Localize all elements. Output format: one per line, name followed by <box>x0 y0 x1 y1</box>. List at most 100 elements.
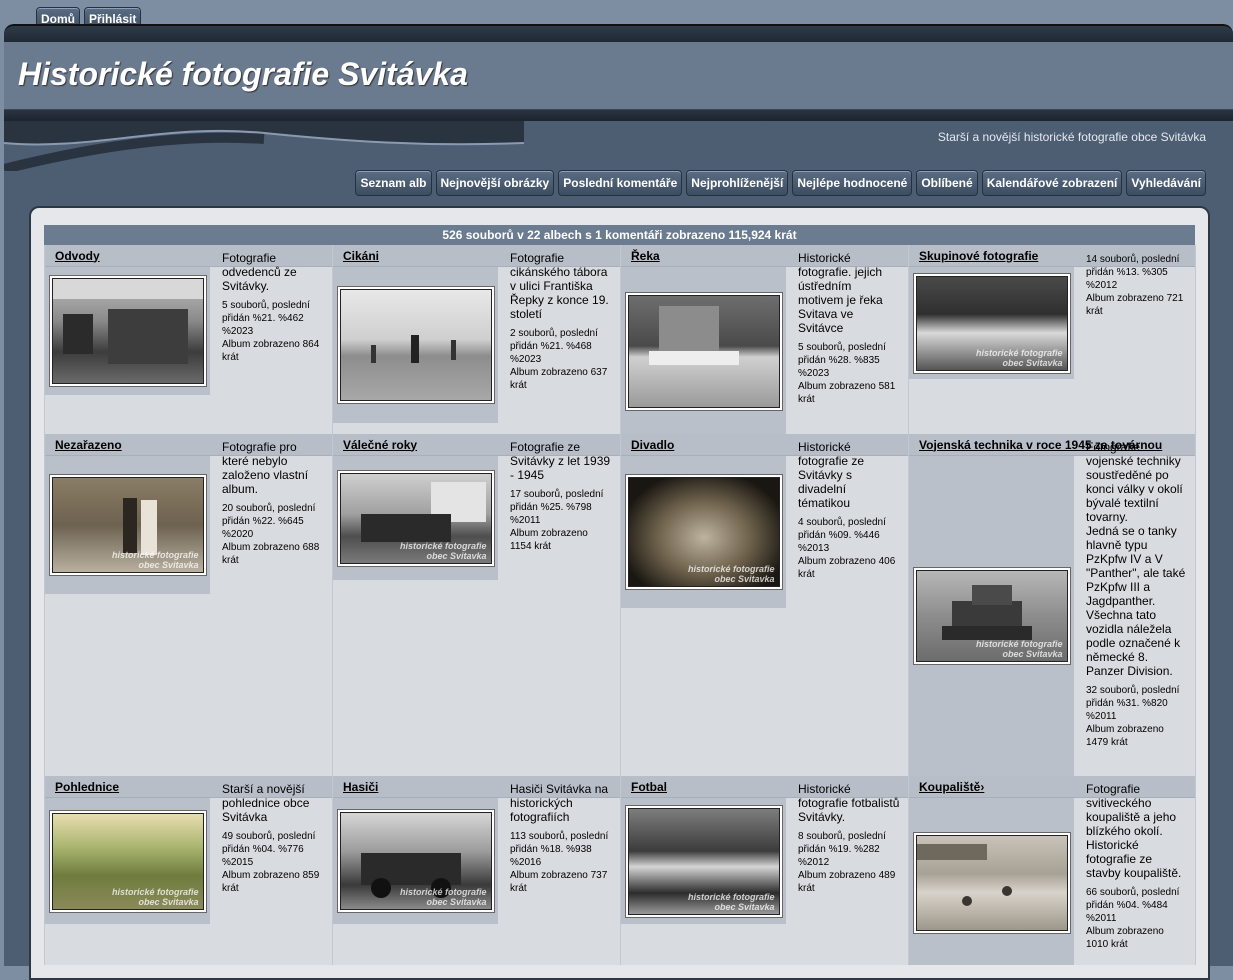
album-info: Fotografie svitiveckého koupaliště a jeh… <box>1086 782 1187 951</box>
album-info: Fotografie odvedenců ze Svitávky. 5 soub… <box>222 251 324 364</box>
album-thumbnail[interactable]: historické fotografie obec Svitavka <box>915 275 1068 371</box>
album-title-link[interactable]: Cikáni <box>343 249 379 263</box>
album-title-link[interactable]: Odvody <box>55 249 100 263</box>
album-file-count: 32 souborů, poslední přidán %31. %820 %2… <box>1086 685 1180 722</box>
album-cell: Pohlednice historické fotografie obec Svi… <box>45 776 333 965</box>
album-views: Album zobrazeno 581 krát <box>798 381 896 405</box>
favorites-button[interactable]: Oblíbené <box>916 170 978 196</box>
album-description: Starší a novější pohlednice obce Svitávk… <box>222 782 310 824</box>
album-info: Hasiči Svitávka na historických fotograf… <box>510 782 612 895</box>
album-title-link[interactable]: Koupaliště› <box>919 780 984 794</box>
album-thumbnail[interactable] <box>51 278 204 384</box>
photo-camp-icon <box>370 335 456 363</box>
album-description: Historické fotografie fotbalistů Svitávk… <box>798 782 900 824</box>
album-thumbnail-frame: historické fotografie obec Svitavka <box>333 798 498 924</box>
album-description: Fotografie cikánského tábora v ulici Fra… <box>510 251 609 321</box>
header-top-bar <box>4 24 1233 43</box>
album-cell: Odvody Fotografie odvedenců ze Svitávky.… <box>45 245 333 434</box>
album-cell: Válečné roky historické fotografie obec S… <box>333 434 621 776</box>
album-thumbnail[interactable] <box>627 294 780 408</box>
site-title[interactable]: Historické fotografie Svitávka <box>18 56 468 93</box>
album-description: Fotografie ze Svitávky z let 1939 - 1945 <box>510 440 611 482</box>
album-thumbnail-frame <box>621 267 786 434</box>
watermark: historické fotografie obec Svitavka <box>111 886 199 907</box>
album-cell: Fotbal historické fotografie obec Svitavk… <box>621 776 909 965</box>
watermark: historické fotografie obec Svitavka <box>399 887 487 907</box>
album-description: Historické fotografie ze Svitávky s diva… <box>798 440 865 510</box>
watermark: historické fotografie obec Svitavka <box>975 639 1063 659</box>
last-comments-button[interactable]: Poslední komentáře <box>558 170 683 196</box>
album-thumbnail[interactable]: historické fotografie obec Svitavka <box>51 812 204 910</box>
album-title-link[interactable]: Válečné roky <box>343 438 417 452</box>
album-thumbnail[interactable] <box>915 835 1068 931</box>
album-description: Hasiči Svitávka na historických fotograf… <box>510 782 609 824</box>
album-info: Starší a novější pohlednice obce Svitávk… <box>222 782 324 895</box>
album-info: Fotografie cikánského tábora v ulici Fra… <box>510 251 612 392</box>
album-file-count: 4 souborů, poslední přidán %09. %446 %20… <box>798 517 886 554</box>
album-grid: Odvody Fotografie odvedenců ze Svitávky.… <box>44 245 1196 965</box>
album-thumbnail-frame: historické fotografie obec Svitavka <box>909 456 1074 776</box>
album-info: Fotografie vojenské techniky soustředěné… <box>1086 440 1187 749</box>
most-viewed-button[interactable]: Nejprohlíženější <box>686 170 789 196</box>
album-thumbnail[interactable]: historické fotografie obec Svitavka <box>627 807 780 915</box>
main-content: 526 souborů v 22 albech s 1 komentáři zo… <box>29 206 1210 980</box>
photo-swimming-icon <box>916 844 1012 906</box>
album-cell: Koupaliště› Fotografie svitiveckého koup… <box>909 776 1196 965</box>
album-thumbnail[interactable]: historické fotografie obec Svitavka <box>339 812 492 910</box>
album-file-count: 2 souborů, poslední přidán %21. %468 %20… <box>510 328 598 365</box>
site-description: Starší a novější historické fotografie o… <box>937 130 1206 144</box>
album-thumbnail-frame <box>333 267 498 423</box>
album-cell: Řeka Historické fotografie. jejich ústře… <box>621 245 909 434</box>
album-views: Album zobrazeno 637 krát <box>510 367 608 391</box>
album-views: Album zobrazeno 406 krát <box>798 556 896 580</box>
album-views: Album zobrazeno 1010 krát <box>1086 926 1164 950</box>
album-views: Album zobrazeno 864 krát <box>222 339 320 363</box>
album-thumbnail-frame: historické fotografie obec Svitavka <box>45 798 210 924</box>
album-thumbnail-frame: historické fotografie obec Svitavka <box>909 267 1074 379</box>
header-divider <box>4 110 1233 121</box>
album-cell: Cikáni Fotografie cikánského tábora v ul… <box>333 245 621 434</box>
album-list-button[interactable]: Seznam alb <box>355 170 432 196</box>
album-description: Fotografie vojenské techniky soustředěné… <box>1086 440 1183 524</box>
album-title-link[interactable]: Pohlednice <box>55 780 119 794</box>
watermark: historické fotografie obec Svitavka <box>687 891 775 912</box>
album-file-count: 66 souborů, poslední přidán %04. %484 %2… <box>1086 887 1180 924</box>
album-info: 14 souborů, poslední přidán %13. %305 %2… <box>1086 251 1187 318</box>
album-file-count: 5 souborů, poslední přidán %28. %835 %20… <box>798 342 886 379</box>
search-button[interactable]: Vyhledávání <box>1126 170 1206 196</box>
calendar-view-button[interactable]: Kalendářové zobrazení <box>981 170 1123 196</box>
album-description: Fotografie odvedenců ze Svitávky. <box>222 251 297 293</box>
album-thumbnail[interactable]: historické fotografie obec Svitavka <box>915 570 1068 662</box>
top-rated-button[interactable]: Nejlépe hodnocené <box>792 170 913 196</box>
album-title-link[interactable]: Skupinové fotografie <box>919 249 1038 263</box>
sub-nav: Seznam alb Nejnovější obrázky Poslední k… <box>355 170 1206 196</box>
album-info: Fotografie pro které nebylo založeno vla… <box>222 440 324 567</box>
watermark: historické fotografie obec Svitavka <box>399 540 487 561</box>
album-thumbnail[interactable] <box>339 289 492 401</box>
album-file-count: 17 souborů, poslední přidán %25. %798 %2… <box>510 489 604 526</box>
album-description: Fotografie pro které nebylo založeno vla… <box>222 440 309 496</box>
album-file-count: 20 souborů, poslední přidán %22. %645 %2… <box>222 503 316 540</box>
album-description: Fotografie svitiveckého koupaliště a jeh… <box>1086 782 1182 880</box>
album-title-link[interactable]: Nezařazeno <box>55 438 122 452</box>
album-info: Historické fotografie ze Svitávky s diva… <box>798 440 900 581</box>
photo-soldiers-icon <box>52 279 203 364</box>
album-views: Album zobrazeno 489 krát <box>798 870 896 894</box>
album-thumbnail[interactable]: historické fotografie obec Svitavka <box>627 477 780 587</box>
album-title-link[interactable]: Hasiči <box>343 780 378 794</box>
album-info: Historické fotografie. jejich ústředním … <box>798 251 900 406</box>
last-uploads-button[interactable]: Nejnovější obrázky <box>435 170 555 196</box>
album-title-link[interactable]: Divadlo <box>631 438 674 452</box>
album-views: Album zobrazeno 1479 krát <box>1086 724 1164 748</box>
watermark: historické fotografie obec Svitavka <box>111 550 199 570</box>
decorative-wave <box>4 121 524 171</box>
album-cell: Vojenská technika v roce 1945 za továrno… <box>909 434 1196 776</box>
album-thumbnail[interactable]: historické fotografie obec Svitavka <box>51 477 204 573</box>
album-thumbnail[interactable]: historické fotografie obec Svitavka <box>339 472 492 564</box>
album-cell: Nezařazeno historické fotografie obec Svi… <box>45 434 333 776</box>
album-thumbnail-frame: historické fotografie obec Svitavka <box>621 456 786 608</box>
album-file-count: 113 souborů, poslední přidán %18. %938 %… <box>510 831 609 868</box>
album-title-link[interactable]: Fotbal <box>631 780 667 794</box>
album-title-link[interactable]: Řeka <box>631 249 660 263</box>
album-thumbnail-frame <box>45 267 210 395</box>
